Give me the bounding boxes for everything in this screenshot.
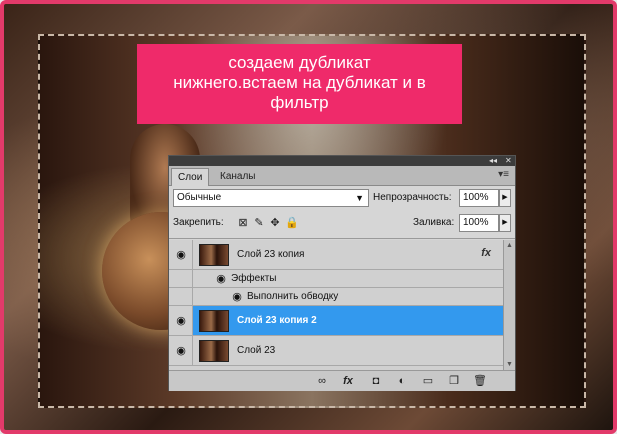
effect-stroke-row[interactable]: ◉ Выполнить обводку: [169, 288, 503, 306]
tab-channels[interactable]: Каналы: [214, 168, 262, 185]
scroll-up-icon[interactable]: ▲: [506, 242, 513, 249]
panel-titlebar[interactable]: ◂◂ ✕: [169, 156, 515, 166]
layers-scrollbar[interactable]: ▲ ▼: [503, 240, 515, 370]
new-group-icon[interactable]: ▭: [421, 374, 435, 388]
tab-layers[interactable]: Слои: [171, 168, 210, 186]
layer-thumbnail: [199, 340, 229, 362]
close-icon[interactable]: ✕: [505, 156, 512, 166]
blend-mode-select[interactable]: Обычные ▼: [173, 189, 369, 207]
opacity-label: Непрозрачность:: [373, 192, 452, 203]
divider: [169, 238, 515, 239]
panel-tabs: Слои Каналы ▾≡: [169, 166, 515, 186]
eye-icon[interactable]: ◉: [173, 248, 189, 262]
link-layers-icon[interactable]: ∞: [315, 374, 329, 388]
collapse-icon[interactable]: ◂◂: [489, 156, 497, 166]
layer-thumbnail: [199, 310, 229, 332]
lock-row: Закрепить: ⊠ ✎ ✥ 🔒 Заливка: 100% ▶: [173, 214, 511, 234]
lock-move-icon[interactable]: ✥: [269, 217, 281, 229]
layers-panel: ◂◂ ✕ Слои Каналы ▾≡ Обычные ▼ Непрозрачн…: [168, 155, 516, 391]
panel-menu-icon[interactable]: ▾≡: [498, 169, 509, 180]
opacity-input[interactable]: 100%: [459, 189, 499, 207]
fill-stepper[interactable]: ▶: [499, 214, 511, 232]
effect-stroke-label: Выполнить обводку: [247, 291, 339, 302]
lock-all-icon[interactable]: 🔒: [285, 217, 299, 229]
visibility-cell: [169, 270, 193, 287]
fill-label: Заливка:: [413, 217, 455, 228]
lock-brush-icon[interactable]: ✎: [253, 217, 265, 229]
layer-row[interactable]: ◉ Слой 23 копия fx: [169, 240, 503, 270]
adjustment-layer-icon[interactable]: ◐: [395, 374, 409, 388]
layer-name: Слой 23 копия: [237, 249, 305, 260]
caption-line-2: нижнего.встаем на дубликат и в: [173, 73, 426, 92]
effects-row[interactable]: ◉ Эффекты: [169, 270, 503, 288]
trash-icon[interactable]: 🗑: [473, 374, 487, 388]
layer-name: Слой 23: [237, 345, 276, 356]
add-style-icon[interactable]: fx: [341, 374, 355, 388]
chevron-down-icon: ▼: [355, 193, 364, 203]
panel-footer: ∞ fx ◘ ◐ ▭ ❐ 🗑: [169, 370, 515, 391]
blend-mode-value: Обычные: [177, 192, 222, 203]
caption-line-3: фильтр: [270, 93, 329, 112]
add-mask-icon[interactable]: ◘: [369, 374, 383, 388]
fx-icon[interactable]: fx: [481, 247, 491, 259]
visibility-cell: [169, 288, 193, 305]
eye-icon[interactable]: ◉: [229, 290, 245, 304]
new-layer-icon[interactable]: ❐: [447, 374, 461, 388]
scroll-down-icon[interactable]: ▼: [506, 361, 513, 368]
caption-line-1: создаем дубликат: [228, 53, 371, 72]
fill-input[interactable]: 100%: [459, 214, 499, 232]
eye-icon[interactable]: ◉: [173, 314, 189, 328]
effects-label: Эффекты: [231, 273, 277, 284]
instruction-caption: создаем дубликат нижнего.встаем на дубли…: [137, 44, 462, 124]
layer-row-selected[interactable]: ◉ Слой 23 копия 2: [169, 306, 503, 336]
lock-transparent-icon[interactable]: ⊠: [237, 217, 249, 229]
blend-row: Обычные ▼ Непрозрачность: 100% ▶: [173, 189, 511, 209]
eye-icon[interactable]: ◉: [213, 272, 229, 286]
layer-row[interactable]: ◉ Слой 23: [169, 336, 503, 366]
lock-label: Закрепить:: [173, 217, 224, 228]
layers-list: ◉ Слой 23 копия fx ◉ Эффекты ◉ Выполнить…: [169, 240, 503, 370]
eye-icon[interactable]: ◉: [173, 344, 189, 358]
layer-thumbnail: [199, 244, 229, 266]
opacity-stepper[interactable]: ▶: [499, 189, 511, 207]
layer-name: Слой 23 копия 2: [237, 315, 317, 326]
